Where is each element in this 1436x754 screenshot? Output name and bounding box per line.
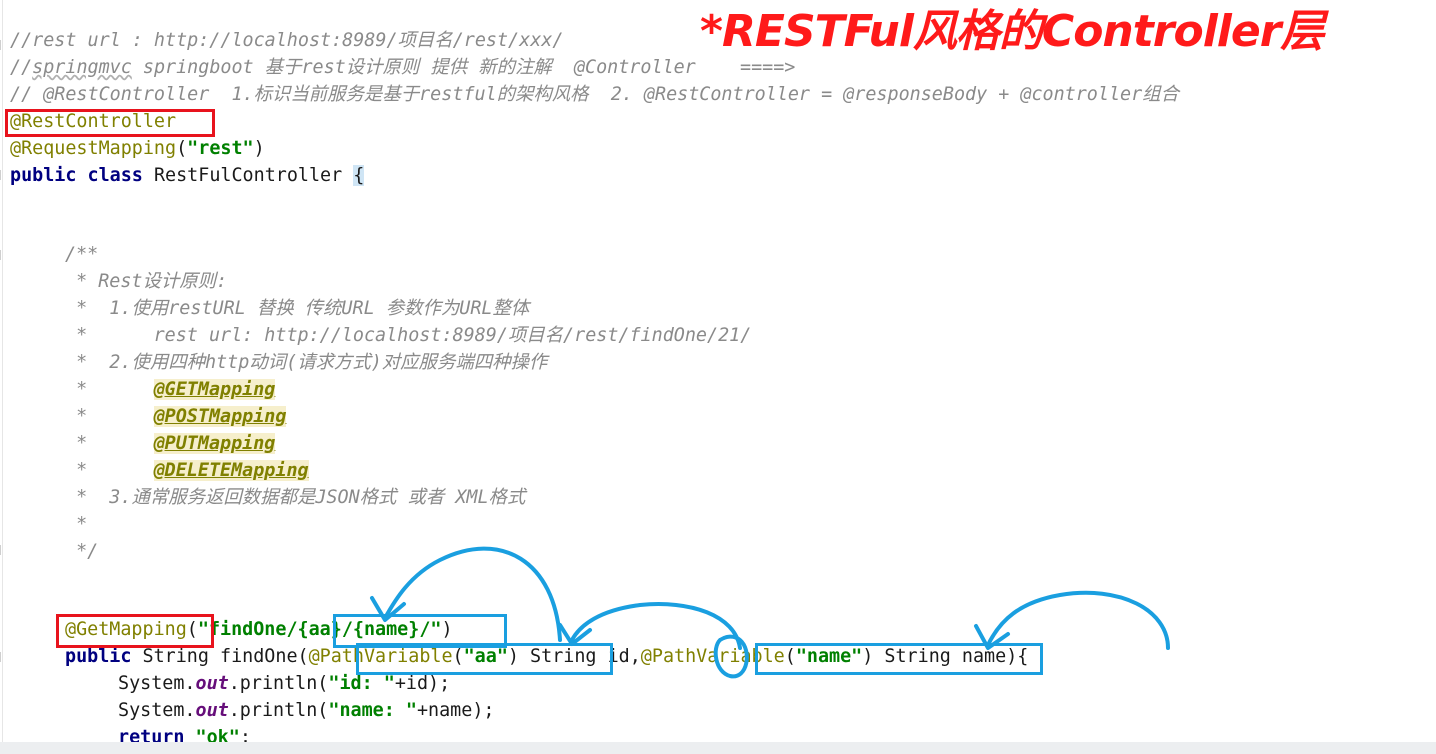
brace-match: { [353, 165, 365, 186]
javadoc-line: */ [65, 541, 99, 562]
post-mapping-tag: @POSTMapping [153, 406, 287, 427]
get-mapping-highlight [56, 614, 214, 648]
get-mapping-tag: @GETMapping [153, 379, 276, 400]
javadoc-line: * 1.使用restURL 替换 传统URL 参数作为URL整体 [65, 298, 530, 319]
rest-controller-highlight [5, 109, 215, 137]
code-editor[interactable]: //rest url : http://localhost:8989/项目名/r… [0, 0, 1436, 748]
javadoc-line: * Rest设计原则: [65, 271, 228, 292]
code-line: System.out.println("name: "+name); [118, 700, 495, 721]
pathvariable-name-highlight [755, 643, 1043, 675]
put-mapping-tag: @PUTMapping [153, 433, 276, 454]
fold-marker[interactable] [0, 250, 9, 260]
gutter [2, 0, 3, 742]
slide-title: *RESTFul风格的Controller层 [700, 6, 1324, 57]
fold-marker[interactable] [0, 545, 9, 555]
javadoc-line: /** [65, 244, 99, 265]
javadoc-line: * 3.通常服务返回数据都是JSON格式 或者 XML格式 [65, 487, 526, 508]
javadoc-line: * @PUTMapping [65, 433, 276, 454]
pathvariable-aa-highlight [356, 643, 613, 675]
code-line: @RequestMapping("rest") [10, 138, 265, 159]
comment-line: // @RestController 1.标识当前服务是基于restful的架构… [10, 84, 1179, 105]
fold-marker[interactable] [0, 170, 9, 180]
javadoc-line: * @GETMapping [65, 379, 276, 400]
comment-line: //springmvc springboot 基于rest设计原则 提供 新的注… [10, 57, 796, 78]
javadoc-line: * [65, 514, 88, 535]
class-declaration: public class RestFulController { [10, 165, 365, 186]
delete-mapping-tag: @DELETEMapping [153, 460, 309, 481]
comment-line: //rest url : http://localhost:8989/项目名/r… [10, 30, 564, 51]
javadoc-line: * @POSTMapping [65, 406, 287, 427]
fold-marker[interactable] [0, 652, 9, 662]
javadoc-line: * @DELETEMapping [65, 460, 309, 481]
fold-marker[interactable] [0, 40, 9, 50]
javadoc-line: * rest url: http://localhost:8989/项目名/re… [65, 325, 752, 346]
horizontal-scrollbar[interactable] [0, 742, 1436, 754]
javadoc-line: * 2.使用四种http动词(请求方式)对应服务端四种操作 [65, 352, 548, 373]
